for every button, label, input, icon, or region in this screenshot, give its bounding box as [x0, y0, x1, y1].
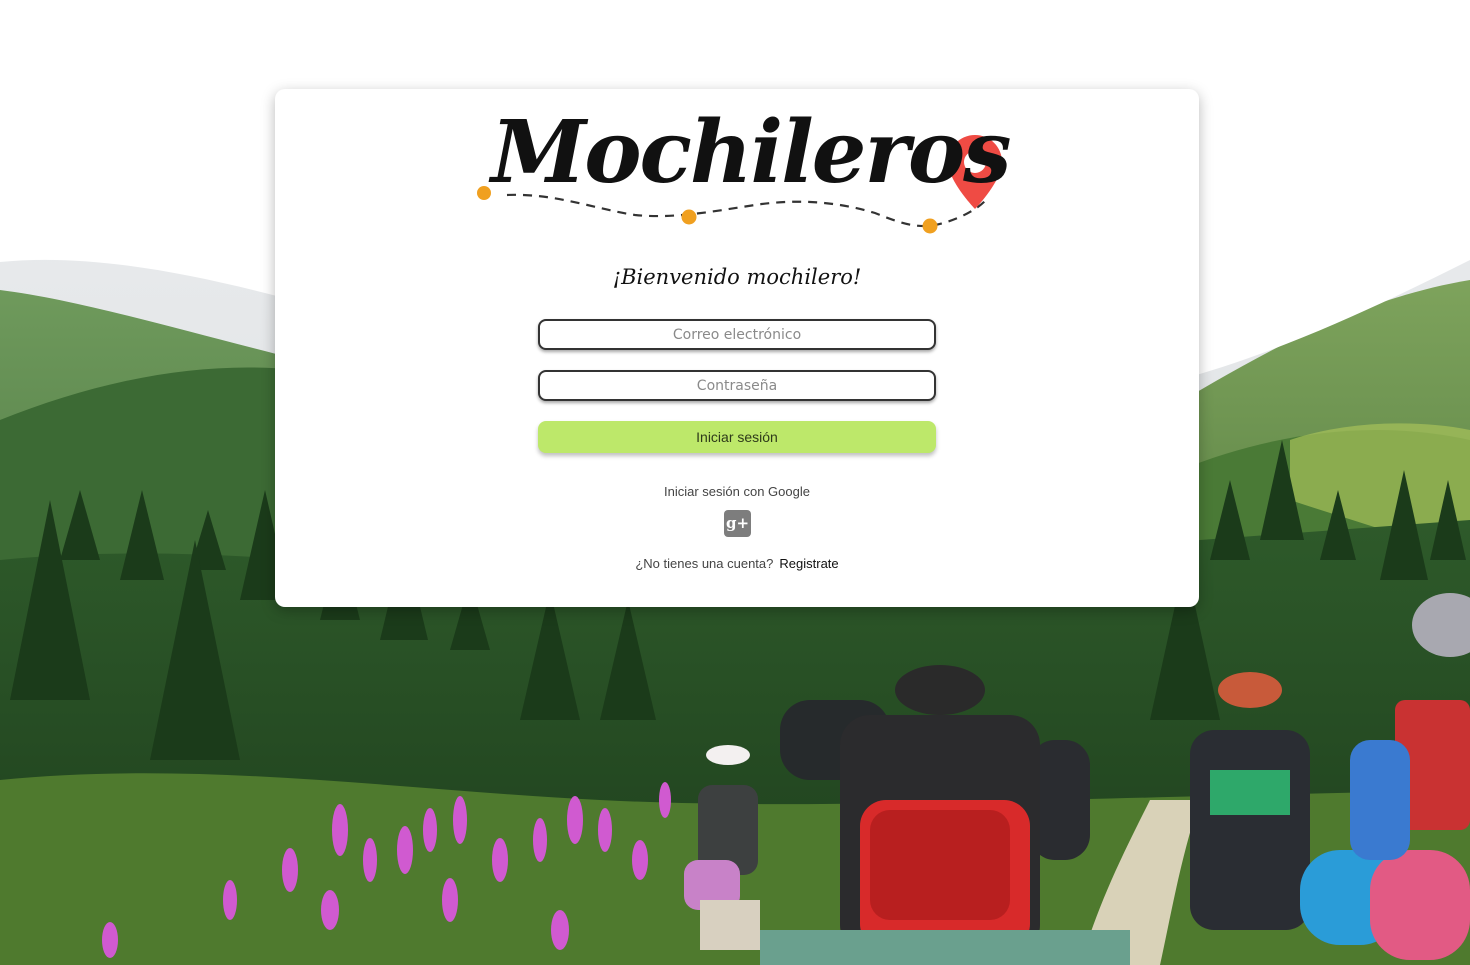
google-login-label: Iniciar sesión con Google — [664, 484, 810, 499]
mochileros-logo: Mochileros — [475, 101, 1012, 241]
login-button[interactable]: Iniciar sesión — [538, 421, 936, 453]
trail-dot — [681, 209, 697, 225]
signup-link[interactable]: Registrate — [779, 556, 838, 571]
trail-dot — [922, 218, 938, 234]
login-page: Mochileros ¡Bienvenido mochilero! Inicia… — [0, 0, 1470, 965]
email-input[interactable] — [538, 319, 936, 350]
signup-row: ¿No tienes una cuenta? Registrate — [275, 556, 1199, 571]
google-plus-icon[interactable]: g+ — [724, 510, 751, 537]
signup-prompt: ¿No tienes una cuenta? — [635, 556, 774, 571]
trail-dot — [477, 186, 491, 200]
login-card: Mochileros ¡Bienvenido mochilero! Inicia… — [275, 89, 1199, 607]
brand-name: Mochileros — [491, 102, 1012, 203]
password-input[interactable] — [538, 370, 936, 401]
welcome-heading: ¡Bienvenido mochilero! — [612, 265, 862, 289]
google-plus-glyph: g+ — [725, 514, 750, 532]
